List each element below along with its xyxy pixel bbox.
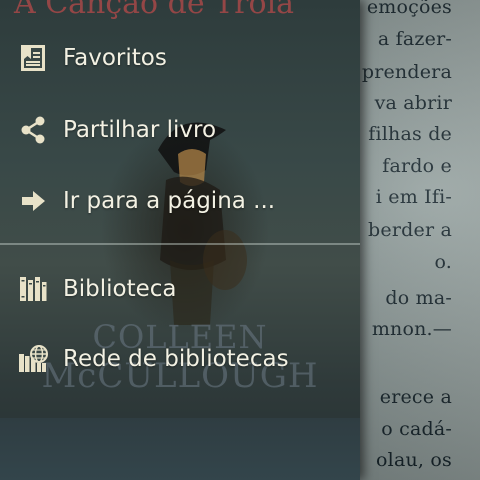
menu-item-library-network[interactable]: Rede de bibliotecas	[0, 331, 360, 387]
menu-item-label: Rede de bibliotecas	[63, 346, 289, 372]
share-icon	[17, 114, 49, 146]
menu-divider	[0, 243, 360, 245]
drawer-footer	[0, 418, 360, 480]
library-icon	[17, 273, 49, 305]
arrow-right-icon	[17, 185, 49, 217]
menu-item-share-book[interactable]: Partilhar livro	[0, 102, 360, 158]
menu-item-library[interactable]: Biblioteca	[0, 261, 360, 317]
menu-item-label: Partilhar livro	[63, 117, 217, 143]
menu-item-label: Biblioteca	[63, 276, 177, 302]
navigation-drawer: A Canção de Troia COLLEEN McCULLOUGH Fav…	[0, 0, 360, 480]
menu-item-label: Favoritos	[63, 45, 167, 71]
menu-item-favorites[interactable]: Favoritos	[0, 30, 360, 86]
bookmarks-icon	[17, 42, 49, 74]
menu-item-go-to-page[interactable]: Ir para a página ...	[0, 173, 360, 229]
library-network-icon	[17, 343, 49, 375]
cover-title: A Canção de Troia	[14, 0, 295, 21]
menu-item-label: Ir para a página ...	[63, 188, 276, 214]
